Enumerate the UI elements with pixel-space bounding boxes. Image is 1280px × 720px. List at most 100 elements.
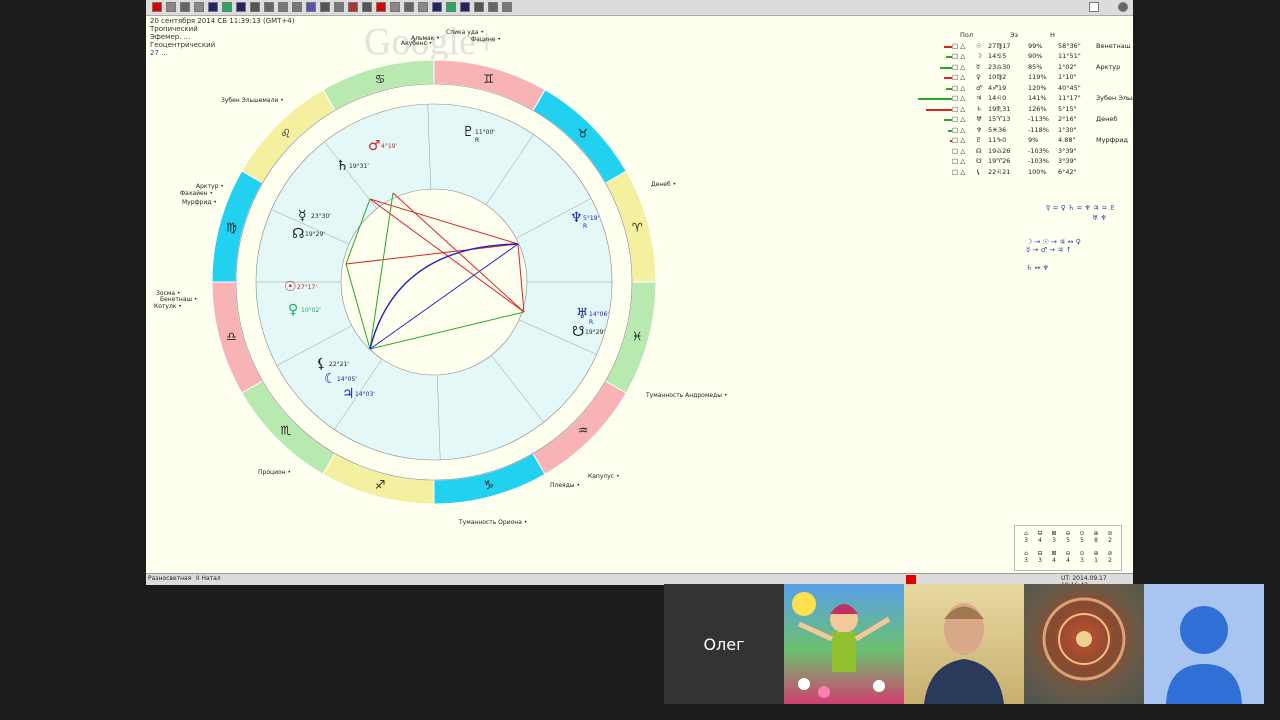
element-count: ⊙ 3: [1079, 550, 1085, 564]
table-cell-pct: -113%: [1028, 115, 1049, 124]
star-deneb: Денеб •: [651, 181, 677, 188]
element-count: ⊖ 4: [1065, 550, 1071, 564]
planet-degree: 14°06': [589, 311, 609, 318]
table-cell-g: ♄: [976, 104, 982, 113]
toolbar-button[interactable]: [418, 2, 428, 12]
toolbar-button[interactable]: [250, 2, 260, 12]
table-cell-pos: 22♌21: [988, 167, 1011, 176]
aspect-markers: □ △: [952, 146, 966, 155]
star-murfrid: Мурфрид •: [182, 199, 217, 206]
planet-degree: 5°19': [583, 215, 599, 222]
toolbar-button[interactable]: [348, 2, 358, 12]
table-cell-pos: 14♋5: [988, 52, 1007, 61]
table-row[interactable]: □ △ ⚸ 22♌21 100% 6°42": [916, 167, 1166, 178]
astrology-app-window: Google+ 20 сентября 2014 СБ 11:39:13 (GM…: [146, 0, 1158, 589]
toolbar-button[interactable]: [264, 2, 274, 12]
zodiac-glyph: ♍: [226, 221, 237, 235]
table-row[interactable]: □ △ ♃ 14♌0 141% 11°17" Зубен Эльшемали: [916, 93, 1166, 104]
toolbar-button[interactable]: [446, 2, 456, 12]
table-cell-star: Венетнаш: [1096, 41, 1131, 50]
table-cell-pct: 100%: [1028, 167, 1047, 176]
toolbar-button[interactable]: [194, 2, 204, 12]
table-cell-pos: 19♏31: [988, 104, 1011, 113]
aspect-markers: □ △: [952, 104, 966, 113]
table-cell-g: ☋: [976, 157, 982, 166]
element-count: ⊕ 1: [1093, 550, 1099, 564]
page-number-field[interactable]: [1089, 2, 1099, 12]
aspect-configuration-line: ♄ ↔ ♆: [1026, 264, 1049, 272]
cartoon-girl-icon: [792, 592, 891, 698]
toolbar-button[interactable]: [432, 2, 442, 12]
element-count: ⊠ 3: [1051, 530, 1057, 544]
table-row[interactable]: □ △ ♂ 4♐19 120% 40°45": [916, 83, 1166, 94]
element-count: ⊟ 4: [1037, 530, 1043, 544]
strength-bar: [916, 84, 952, 92]
toolbar-button[interactable]: [390, 2, 400, 12]
toolbar-button[interactable]: [180, 2, 190, 12]
toolbar-button[interactable]: [376, 2, 386, 12]
star-facies: Фацине •: [471, 36, 501, 43]
planet-glyph: ♅: [576, 306, 589, 322]
table-row[interactable]: □ △ ♄ 19♏31 126% 5°15": [916, 104, 1166, 115]
table-cell-pos: 14♌0: [988, 94, 1007, 103]
planet-glyph: ♃: [342, 386, 355, 402]
table-cell-star: Арктур: [1096, 62, 1121, 71]
toolbar-button[interactable]: [404, 2, 414, 12]
table-cell-pct: -103%: [1028, 157, 1049, 166]
table-row[interactable]: □ △ ♀ 10♍2 119% 1°10": [916, 72, 1166, 83]
table-cell-dec: 40°45": [1058, 83, 1081, 92]
toolbar-button[interactable]: [152, 2, 162, 12]
toolbar-button[interactable]: [292, 2, 302, 12]
settings-icon[interactable]: [1118, 2, 1128, 12]
toolbar-button[interactable]: [278, 2, 288, 12]
toolbar-button[interactable]: [320, 2, 330, 12]
table-row[interactable]: □ △ ♅ 15♈13 -113% 2°16" Денеб: [916, 114, 1166, 125]
table-cell-pct: 90%: [1028, 52, 1043, 61]
hangout-participants: Олег: [664, 584, 1264, 704]
element-count: ⌂ 3: [1024, 530, 1028, 544]
toolbar-button[interactable]: [166, 2, 176, 12]
element-count: ⊘ 2: [1107, 530, 1113, 544]
table-cell-dec: 3°39": [1058, 146, 1077, 155]
toolbar-button[interactable]: [362, 2, 372, 12]
zodiac-glyph: ♐: [375, 478, 386, 492]
toolbar-button[interactable]: [236, 2, 246, 12]
toolbar-button[interactable]: [460, 2, 470, 12]
table-cell-dec: 11°51": [1058, 52, 1081, 61]
participant-avatar-mandala[interactable]: [1024, 584, 1144, 704]
table-cell-dec: 3°39": [1058, 157, 1077, 166]
participant-avatar-default[interactable]: [1144, 584, 1264, 704]
table-cell-dec: 1°02": [1058, 62, 1077, 71]
toolbar-button[interactable]: [222, 2, 232, 12]
aspect-markers: □ △: [952, 73, 966, 82]
zodiac-glyph: ♊: [483, 72, 494, 86]
table-row[interactable]: □ △ ☋ 19♈26 -103% 3°39": [916, 156, 1166, 167]
strength-bar: [916, 105, 952, 113]
planet-glyph: ♂: [368, 138, 381, 154]
table-cell-pct: 141%: [1028, 94, 1047, 103]
toolbar-button[interactable]: [474, 2, 484, 12]
planet-degree: 23°30': [311, 213, 331, 220]
toolbar-button[interactable]: [208, 2, 218, 12]
table-row[interactable]: □ △ ♇ 11♑0 9% 4.88" Мурфрид: [916, 135, 1166, 146]
table-cell-star: Зубен Эльшемали: [1096, 94, 1159, 103]
table-row[interactable]: □ △ ☿ 23♎30 85% 1°02" Арктур: [916, 62, 1166, 73]
toolbar-button[interactable]: [306, 2, 316, 12]
element-count: ⊕ 8: [1093, 530, 1099, 544]
zodiac-glyph: ♓: [632, 329, 643, 343]
aspect-configuration-line: ☿ → ♂ → ♃ ↑: [1026, 246, 1072, 254]
aspect-configuration-line: ♅ ♆: [1092, 214, 1107, 222]
participant-avatar-cartoon[interactable]: [784, 584, 904, 704]
table-row[interactable]: □ △ ☊ 19♎26 -103% 3°39": [916, 146, 1166, 157]
toolbar-button[interactable]: [488, 2, 498, 12]
table-row[interactable]: □ △ ☽ 14♋5 90% 11°51": [916, 51, 1166, 62]
retrograde-mark: R: [475, 137, 479, 144]
table-cell-pct: 99%: [1028, 41, 1043, 50]
participant-name-tile[interactable]: Олег: [664, 584, 784, 704]
toolbar-button[interactable]: [502, 2, 512, 12]
toolbar-button[interactable]: [334, 2, 344, 12]
zodiac-glyph: ♋: [375, 72, 386, 86]
table-row[interactable]: □ △ ☉ 27♍17 99% 58°36" Венетнаш: [916, 41, 1166, 52]
participant-avatar-man[interactable]: [904, 584, 1024, 704]
table-row[interactable]: □ △ ♆ 5♓36 -118% 1°30": [916, 125, 1166, 136]
